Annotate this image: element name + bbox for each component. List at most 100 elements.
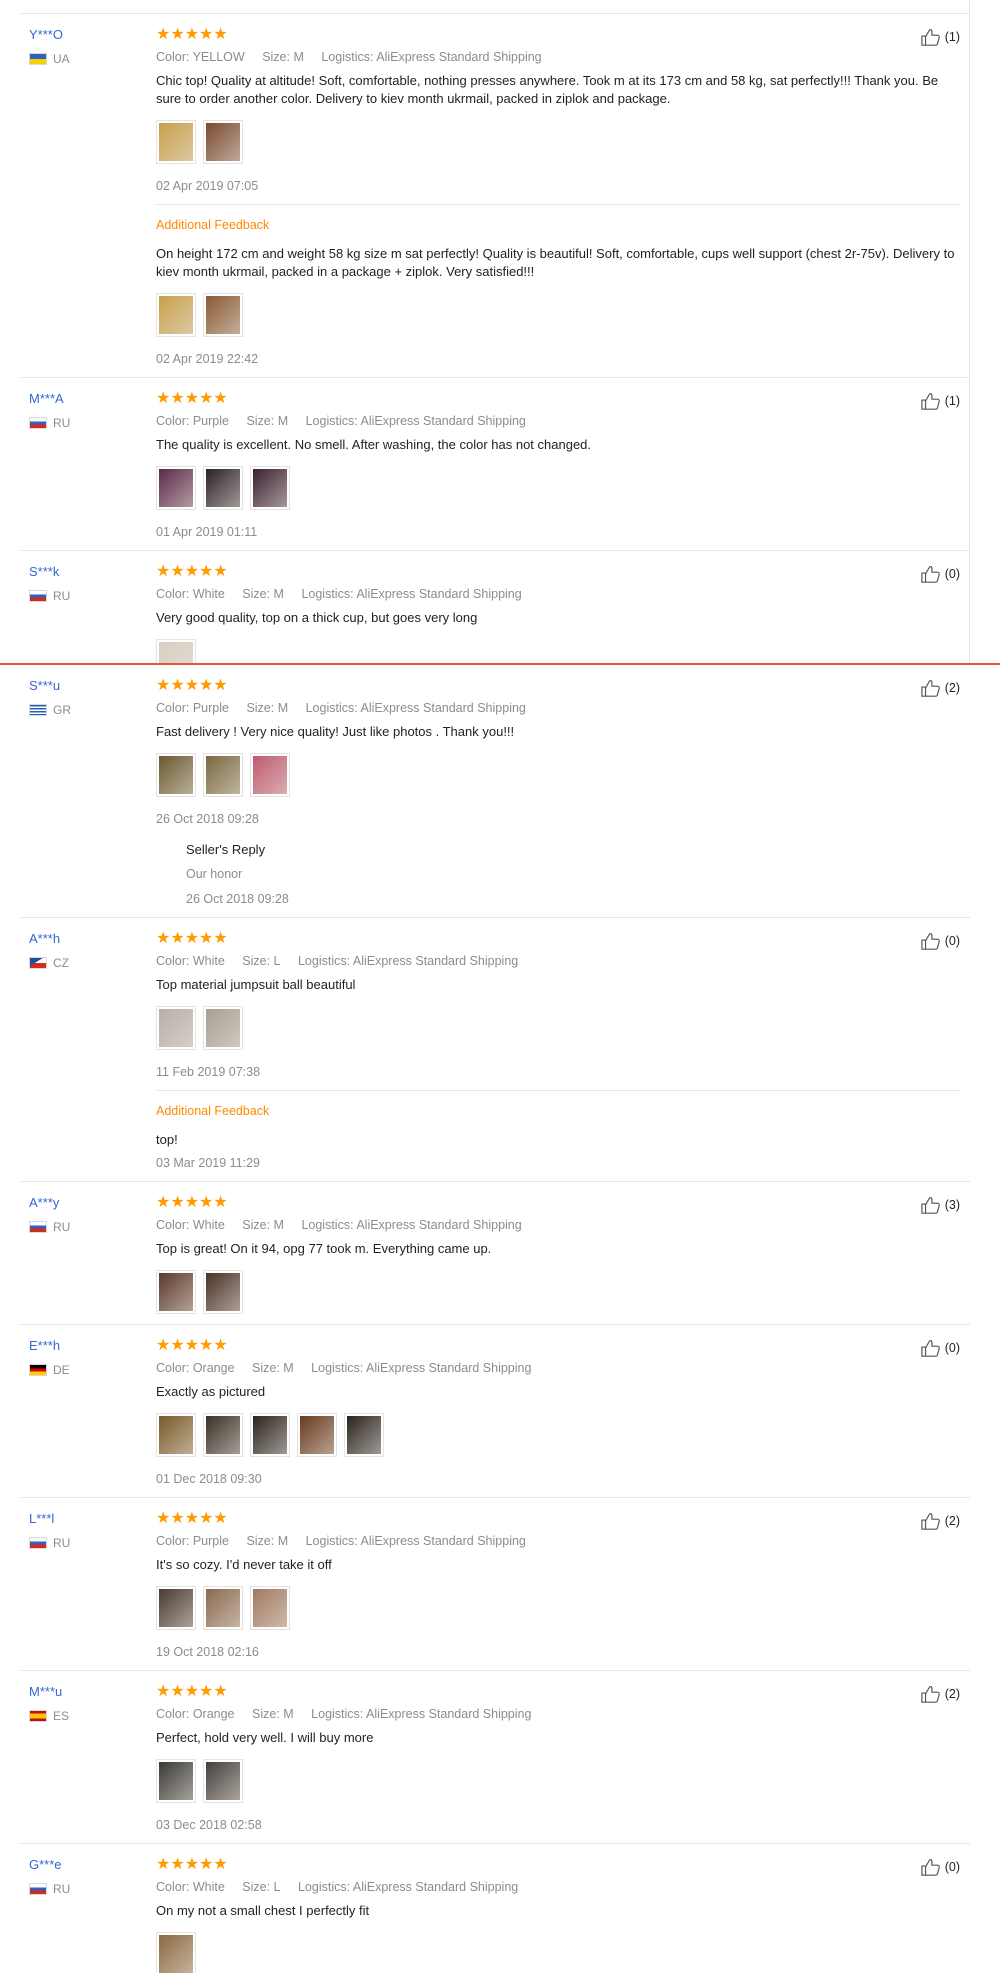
reviewer-name[interactable]: M***A	[29, 391, 139, 407]
reviewer-name[interactable]: L***l	[29, 1511, 139, 1527]
helpful-button[interactable]: (0)	[920, 931, 960, 951]
attr-size: Size: M	[246, 701, 289, 715]
star-rating: ★★★★★	[156, 1194, 228, 1211]
review-content: ★★★★★ Color: White Size: L Logistics: Al…	[156, 1844, 960, 1973]
reviewer-info: M***u ES	[29, 1684, 139, 1723]
reviewer-info: S***k RU	[29, 564, 139, 603]
review-photo-thumbnail[interactable]	[156, 293, 196, 337]
review-photo-thumbnail[interactable]	[156, 1270, 196, 1314]
review-text: On my not a small chest I perfectly fit	[156, 1903, 370, 1918]
review-photos	[156, 1586, 960, 1630]
review-photo-thumbnail[interactable]	[203, 1413, 243, 1457]
order-attributes: Color: White Size: M Logistics: AliExpre…	[156, 1217, 960, 1233]
additional-feedback-date: 03 Mar 2019 11:29	[156, 1156, 261, 1170]
reviewer-name[interactable]: G***e	[29, 1857, 139, 1873]
helpful-button[interactable]: (2)	[920, 1684, 960, 1704]
review-photo-thumbnail[interactable]	[203, 466, 243, 510]
photo-image	[206, 1416, 240, 1454]
reviewer-info: L***l RU	[29, 1511, 139, 1550]
additional-feedback: Additional Feedback On height 172 cm and…	[156, 204, 960, 367]
review-photo-thumbnail[interactable]	[250, 753, 290, 797]
photo-image	[206, 1762, 240, 1800]
review-photo-thumbnail[interactable]	[156, 1586, 196, 1630]
review-photo-thumbnail[interactable]	[156, 120, 196, 164]
helpful-count: (2)	[944, 1687, 960, 1701]
review-content: ★★★★★ Color: YELLOW Size: M Logistics: A…	[156, 14, 960, 377]
attr-size: Size: L	[242, 1880, 281, 1894]
attr-size: Size: L	[242, 954, 281, 968]
country-code: RU	[53, 1882, 71, 1896]
review-date: 26 Oct 2018 09:28	[156, 812, 259, 826]
helpful-button[interactable]: (2)	[920, 678, 960, 698]
review-photo-thumbnail[interactable]	[203, 1270, 243, 1314]
review-photo-thumbnail[interactable]	[297, 1413, 337, 1457]
review-item: G***e RU (0) ★★★★★ Color: White Size: L L…	[20, 1844, 970, 1973]
helpful-button[interactable]: (1)	[920, 391, 960, 411]
helpful-button[interactable]: (1)	[920, 27, 960, 47]
helpful-button[interactable]: (3)	[920, 1195, 960, 1215]
helpful-button[interactable]: (0)	[920, 1338, 960, 1358]
review-photo-thumbnail[interactable]	[203, 1586, 243, 1630]
review-photo-thumbnail[interactable]	[156, 466, 196, 510]
review-photo-thumbnail[interactable]	[156, 1413, 196, 1457]
additional-feedback-label: Additional Feedback	[156, 1104, 270, 1118]
attr-logistics: Logistics: AliExpress Standard Shipping	[297, 1880, 519, 1894]
reviewer-name[interactable]: Y***O	[29, 27, 139, 43]
review-photo-thumbnail[interactable]	[203, 1759, 243, 1803]
review-photo-thumbnail[interactable]	[203, 120, 243, 164]
reviewer-name[interactable]: E***h	[29, 1338, 139, 1354]
review-photo-thumbnail[interactable]	[156, 1006, 196, 1050]
flag-gr-icon	[29, 704, 47, 716]
review-photos	[156, 1932, 960, 1973]
review-photo-thumbnail[interactable]	[250, 1586, 290, 1630]
reviewer-info: S***u GR	[29, 678, 139, 717]
review-content: ★★★★★ Color: Orange Size: M Logistics: A…	[156, 1671, 960, 1843]
order-attributes: Color: Orange Size: M Logistics: AliExpr…	[156, 1360, 960, 1376]
review-date: 11 Feb 2019 07:38	[156, 1065, 261, 1079]
attr-logistics: Logistics: AliExpress Standard Shipping	[297, 954, 519, 968]
photo-image	[206, 1589, 240, 1627]
helpful-button[interactable]: (0)	[920, 564, 960, 584]
order-attributes: Color: Purple Size: M Logistics: AliExpr…	[156, 700, 960, 716]
review-photo-thumbnail[interactable]	[203, 1006, 243, 1050]
reviewer-name[interactable]: S***u	[29, 678, 139, 694]
helpful-button[interactable]: (2)	[920, 1511, 960, 1531]
review-text: It's so cozy. I'd never take it off	[156, 1557, 332, 1572]
review-photo-thumbnail[interactable]	[156, 639, 196, 663]
photo-image	[206, 469, 240, 507]
photo-image	[206, 1009, 240, 1047]
reviewer-name[interactable]: A***y	[29, 1195, 139, 1211]
photo-image	[159, 1762, 193, 1800]
review-photos	[156, 1270, 960, 1314]
review-photo-thumbnail[interactable]	[156, 753, 196, 797]
review-photo-thumbnail[interactable]	[250, 1413, 290, 1457]
reviewer-name[interactable]: A***h	[29, 931, 139, 947]
reviewer-name[interactable]: M***u	[29, 1684, 139, 1700]
review-item: Y***O UA (1) ★★★★★ Color: YELLOW Size: M …	[20, 14, 969, 378]
helpful-button[interactable]: (0)	[920, 1857, 960, 1877]
review-photos	[156, 639, 960, 663]
review-date: 19 Oct 2018 02:16	[156, 1645, 259, 1659]
review-text: Fast delivery ! Very nice quality! Just …	[156, 724, 515, 739]
review-photo-thumbnail[interactable]	[203, 293, 243, 337]
attr-color: Color: White	[156, 1880, 225, 1894]
attr-logistics: Logistics: AliExpress Standard Shipping	[301, 587, 522, 601]
reviewer-name[interactable]: S***k	[29, 564, 139, 580]
flag-de-icon	[29, 1364, 47, 1376]
photo-image	[206, 123, 240, 161]
review-photo-thumbnail[interactable]	[203, 753, 243, 797]
order-attributes: Color: Purple Size: M Logistics: AliExpr…	[156, 413, 960, 429]
attr-color: Color: Purple	[156, 701, 229, 715]
country-code: RU	[53, 1536, 71, 1550]
review-photo-thumbnail[interactable]	[156, 1932, 196, 1973]
attr-logistics: Logistics: AliExpress Standard Shipping	[321, 50, 542, 64]
review-list-lower: S***u GR (2) ★★★★★ Color: Purple Size: M …	[20, 665, 970, 1973]
attr-size: Size: M	[252, 1707, 294, 1721]
review-photo-thumbnail[interactable]	[156, 1759, 196, 1803]
review-photo-thumbnail[interactable]	[344, 1413, 384, 1457]
flag-ru-icon	[29, 1883, 47, 1895]
review-photo-thumbnail[interactable]	[250, 466, 290, 510]
flag-ru-icon	[29, 1221, 47, 1233]
attr-color: Color: Orange	[156, 1707, 235, 1721]
photo-image	[159, 296, 193, 334]
